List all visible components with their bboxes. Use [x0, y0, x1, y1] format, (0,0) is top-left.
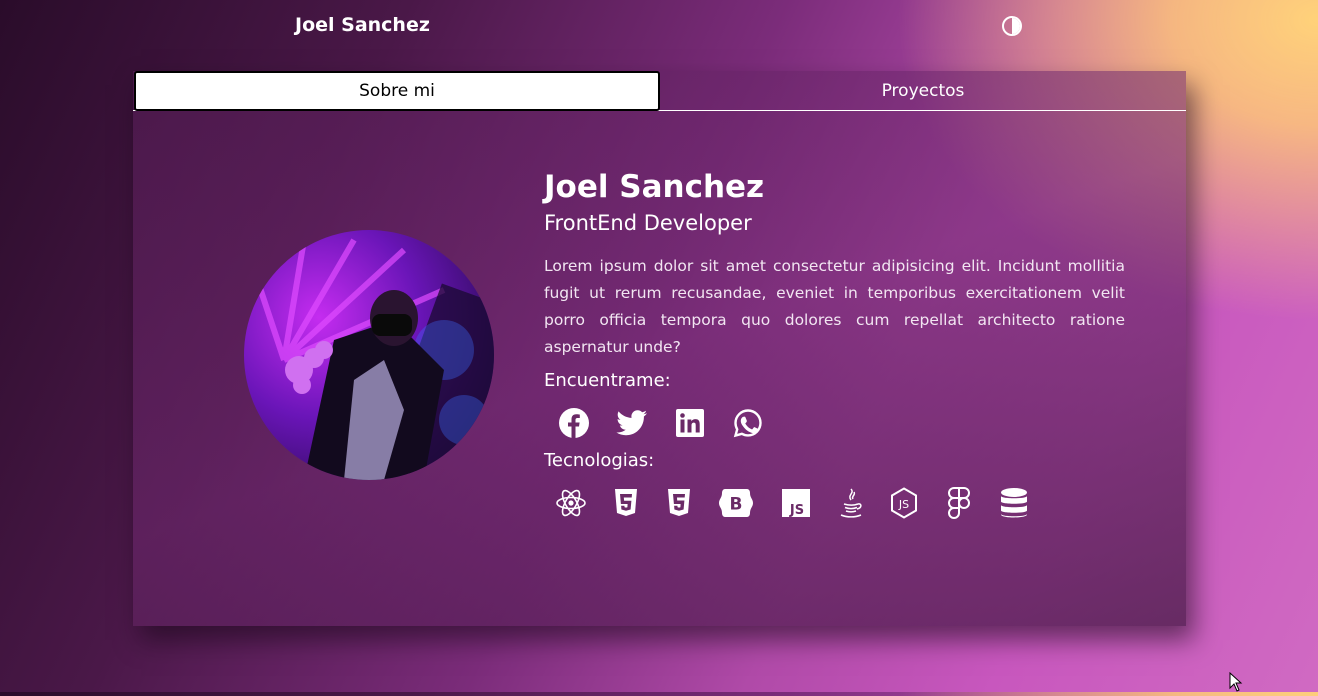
tab-sobre-mi[interactable]: Sobre mi [134, 71, 660, 111]
avatar [244, 230, 494, 480]
nodejs-icon: JS [877, 487, 931, 519]
react-icon [543, 488, 599, 518]
social-label: Encuentrame: [544, 370, 671, 391]
database-icon [987, 488, 1041, 518]
facebook-icon[interactable] [545, 408, 603, 438]
linkedin-icon[interactable] [661, 409, 719, 437]
tab-proyectos[interactable]: Proyectos [660, 71, 1186, 111]
profile-description: Lorem ipsum dolor sit amet consectetur a… [544, 257, 1125, 356]
profile-name: Joel Sanchez [544, 169, 765, 205]
svg-text:B: B [730, 495, 743, 515]
tech-label: Tecnologias: [544, 450, 655, 471]
bootstrap-icon: B [705, 489, 767, 517]
css3-icon [653, 489, 705, 517]
svg-text:JS: JS [789, 503, 804, 517]
whatsapp-icon[interactable] [719, 408, 777, 438]
tab-bar: Sobre mi Proyectos [133, 71, 1186, 111]
svg-text:JS: JS [898, 498, 909, 511]
twitter-icon[interactable] [603, 409, 661, 437]
html5-icon [599, 489, 653, 517]
figma-icon [931, 487, 987, 519]
profile-info: Joel Sanchez FrontEnd Developer Lorem ip… [544, 167, 1125, 529]
javascript-icon: JS [767, 489, 825, 517]
social-links [544, 397, 1125, 449]
brand-name[interactable]: Joel Sanchez [295, 14, 430, 36]
profile-role: FrontEnd Developer [544, 211, 752, 235]
mouse-cursor-icon [1229, 671, 1243, 696]
top-bar: Joel Sanchez [0, 0, 1318, 52]
tech-list: B JS JS [543, 477, 1125, 529]
contrast-icon[interactable] [1002, 16, 1022, 36]
java-icon [825, 487, 877, 519]
profile-card: Sobre mi Proyectos Joel Sanchez FrontEnd… [133, 71, 1186, 626]
